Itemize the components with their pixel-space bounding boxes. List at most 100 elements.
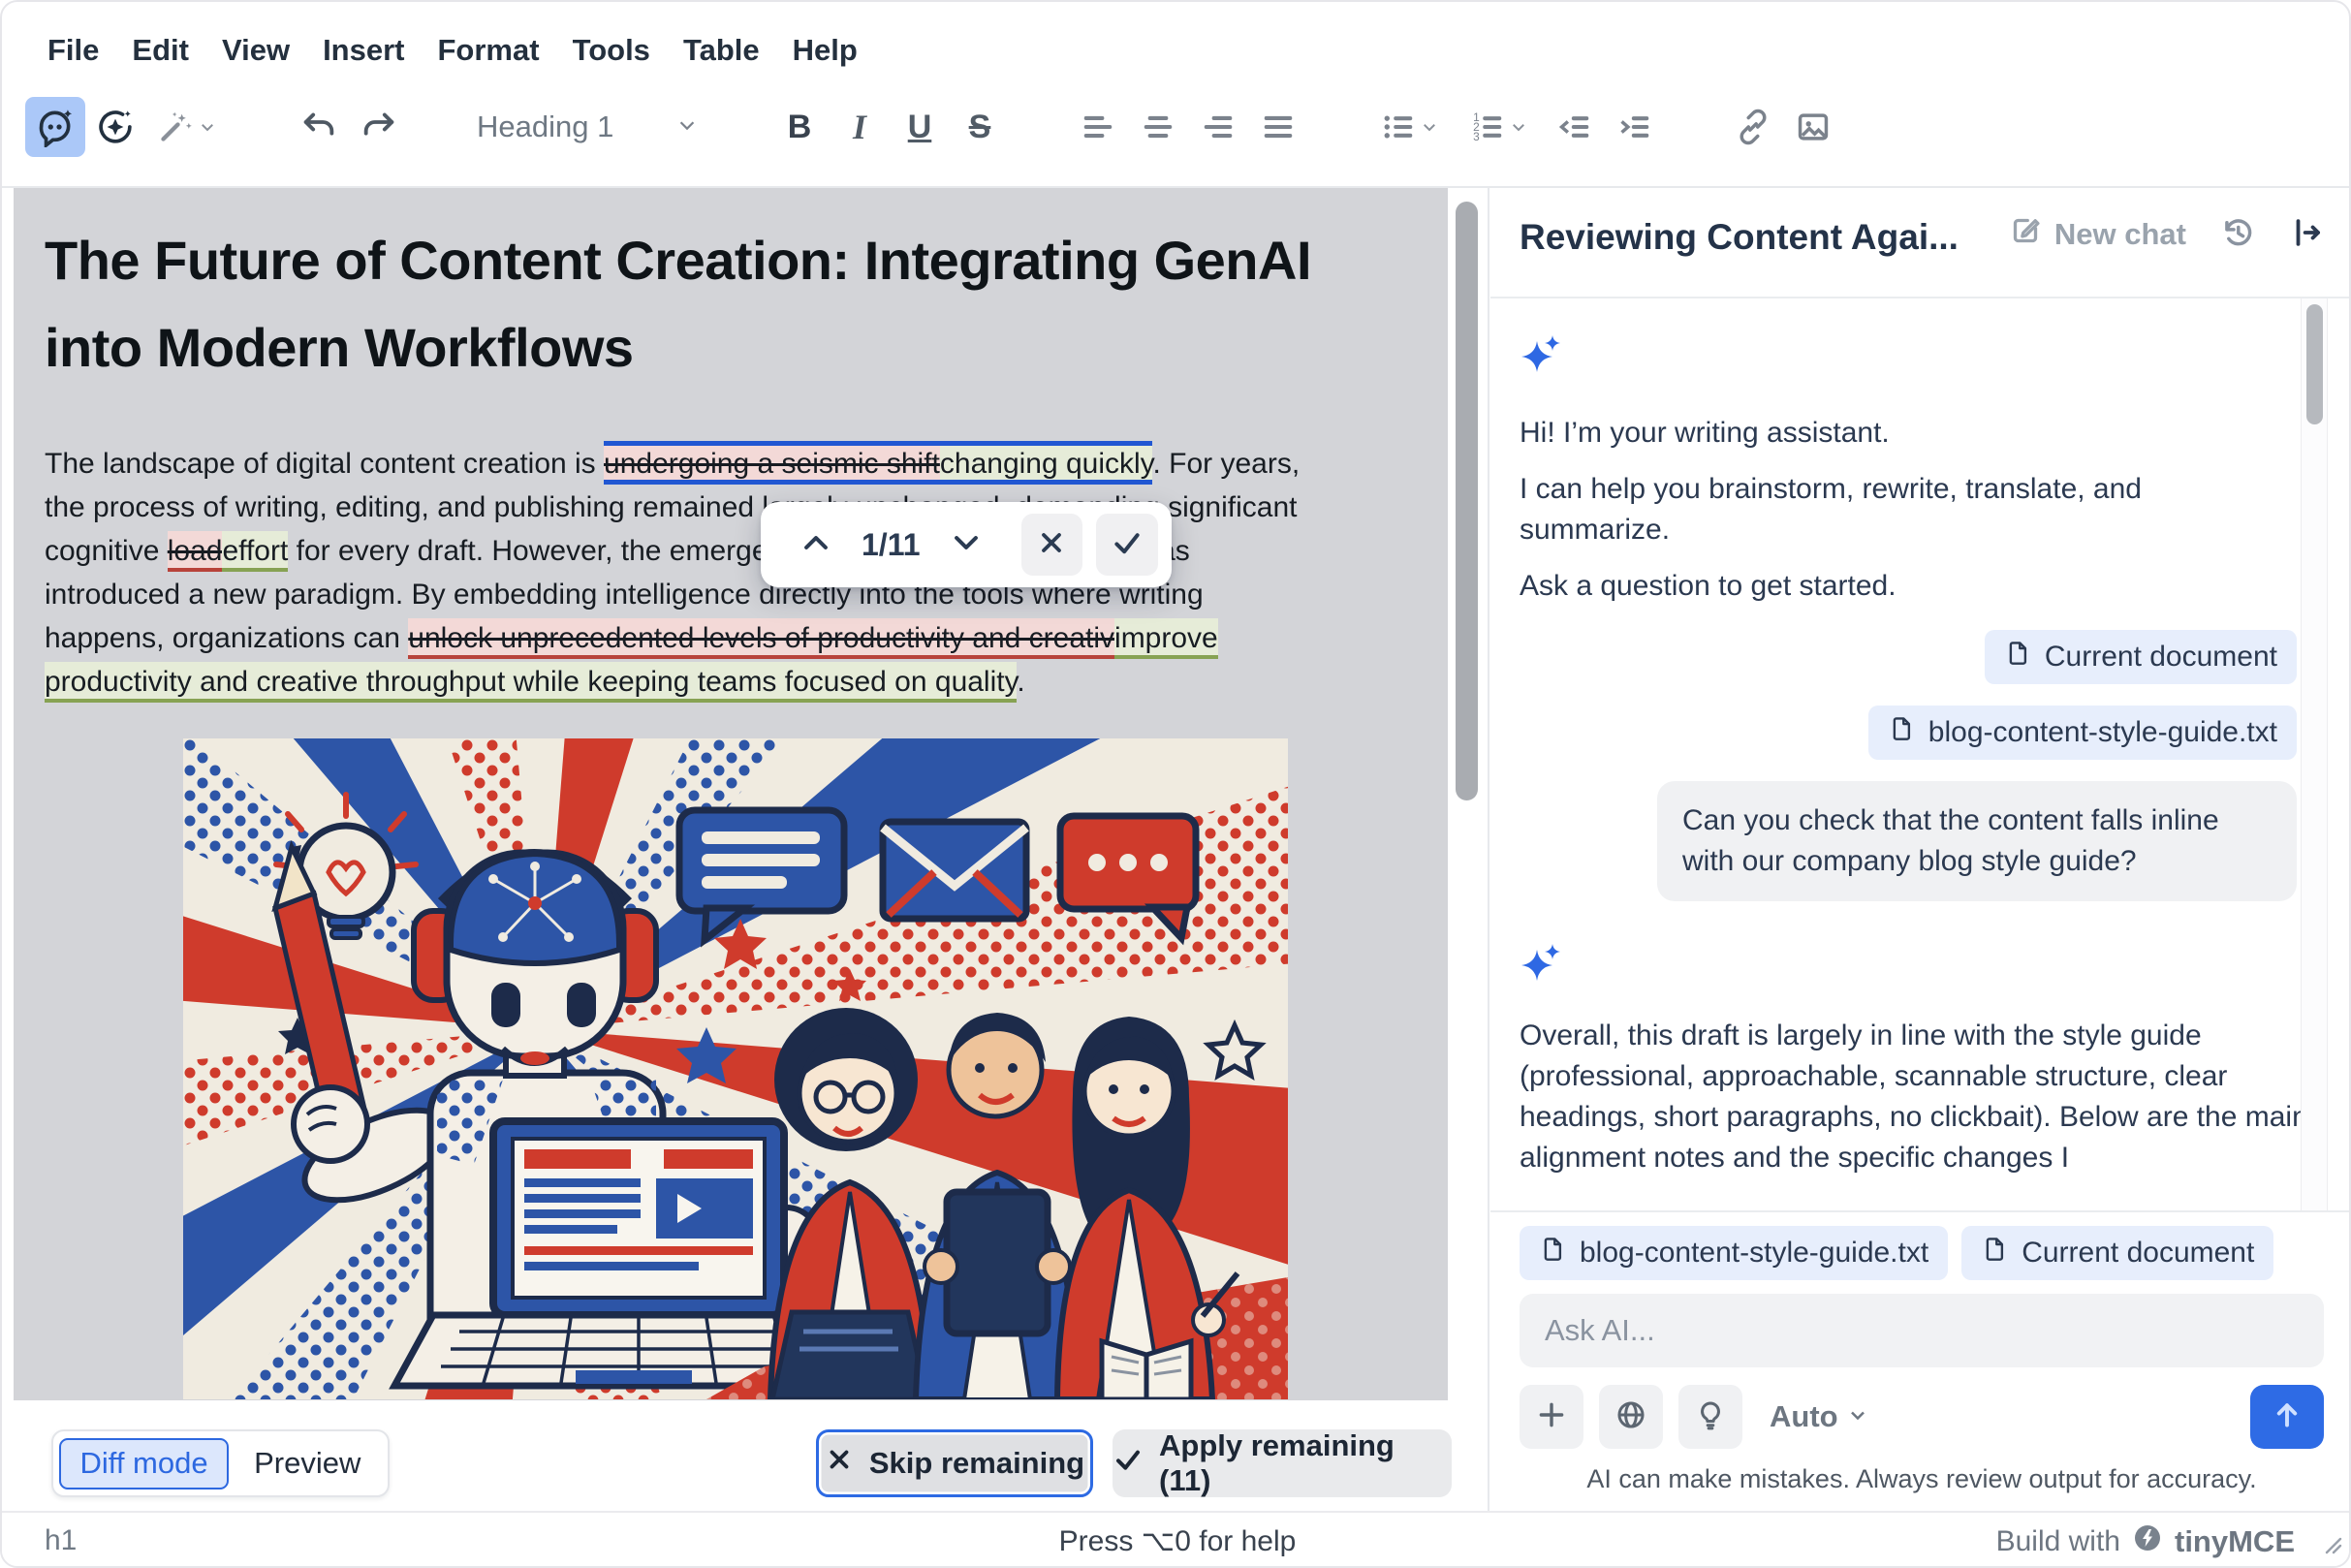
menu-view[interactable]: View xyxy=(205,25,306,76)
assistant-message: Hi! I’m your writing assistant. xyxy=(1520,413,2297,454)
new-chat-label: New chat xyxy=(2054,217,2186,252)
diff-insertion[interactable]: improve xyxy=(1114,618,1218,659)
apply-remaining-label: Apply remaining (11) xyxy=(1159,1428,1452,1498)
apply-remaining-button[interactable]: Apply remaining (11) xyxy=(1113,1429,1452,1497)
underline-button[interactable]: U xyxy=(890,97,950,157)
document-icon xyxy=(1539,1235,1568,1271)
magic-wand-button[interactable] xyxy=(145,97,231,157)
send-button[interactable] xyxy=(2250,1385,2324,1449)
menu-table[interactable]: Table xyxy=(667,25,776,76)
text-run: cognitive xyxy=(45,535,168,567)
image-icon xyxy=(1795,109,1832,145)
undo-button[interactable] xyxy=(289,97,349,157)
reject-diff-button[interactable] xyxy=(1021,514,1083,576)
new-chat-button[interactable]: New chat xyxy=(2008,213,2186,256)
diff-counter: 1/11 xyxy=(862,527,921,563)
context-chip-label: Current document xyxy=(2045,641,2277,674)
menu-file[interactable]: File xyxy=(31,25,115,76)
suggestions-button[interactable] xyxy=(1678,1385,1742,1449)
image-button[interactable] xyxy=(1783,97,1843,157)
diff-deletion[interactable]: undergoing a seismic shift xyxy=(604,441,940,485)
bold-button[interactable]: B xyxy=(769,97,830,157)
diff-insertion[interactable]: productivity and creative throughput whi… xyxy=(45,662,1017,703)
context-chip-current-document[interactable]: Current document xyxy=(1985,630,2297,684)
link-icon xyxy=(1735,109,1771,145)
text-run: The landscape of digital content creatio… xyxy=(45,448,604,480)
diff-mode-tab[interactable]: Diff mode xyxy=(59,1438,229,1490)
redo-button[interactable] xyxy=(349,97,409,157)
diff-deletion[interactable]: load xyxy=(168,531,223,572)
menu-edit[interactable]: Edit xyxy=(115,25,205,76)
add-attachment-button[interactable] xyxy=(1520,1385,1583,1449)
align-left-button[interactable] xyxy=(1068,97,1128,157)
numbered-list-button[interactable]: 123 xyxy=(1456,97,1545,157)
diff-insertion[interactable]: effort xyxy=(222,531,288,572)
chat-scrollbar-thumb[interactable] xyxy=(2306,304,2323,424)
chat-scrollbar[interactable] xyxy=(2301,298,2328,1210)
ai-assistant-sidebar: Reviewing Content Agai... New chat Hi! I… xyxy=(1490,188,2351,1511)
build-with-text: Build with xyxy=(1996,1525,2120,1558)
align-justify-button[interactable] xyxy=(1248,97,1308,157)
chat-history[interactable]: Hi! I’m your writing assistant. I can he… xyxy=(1490,298,2351,1210)
conversation-title: Reviewing Content Agai... xyxy=(1520,217,1959,258)
resize-grip[interactable] xyxy=(2322,1534,2343,1560)
history-icon[interactable] xyxy=(2219,214,2256,256)
diff-insertion[interactable]: changing quickly xyxy=(940,441,1153,485)
block-format-select[interactable]: Heading 1 xyxy=(467,97,711,157)
chevron-down-icon xyxy=(1506,97,1531,157)
preview-tab[interactable]: Preview xyxy=(233,1437,382,1490)
view-mode-toggle: Diff mode Preview xyxy=(51,1429,390,1497)
document-illustration[interactable] xyxy=(183,738,1288,1399)
menu-help[interactable]: Help xyxy=(776,25,874,76)
menu-insert[interactable]: Insert xyxy=(306,25,421,76)
attached-chip-current-document[interactable]: Current document xyxy=(1961,1226,2273,1280)
skip-remaining-button[interactable]: Skip remaining xyxy=(816,1429,1093,1497)
menu-tools[interactable]: Tools xyxy=(556,25,667,76)
chevron-down-icon xyxy=(1846,1399,1869,1434)
menu-bar: File Edit View Insert Format Tools Table… xyxy=(31,23,874,78)
close-sidebar-icon[interactable] xyxy=(2289,214,2326,256)
assistant-message: Ask a question to get started. xyxy=(1520,566,2297,607)
check-icon xyxy=(1111,526,1144,564)
accept-diff-button[interactable] xyxy=(1096,514,1158,576)
next-diff-button[interactable] xyxy=(934,514,998,576)
attached-chip-style-guide[interactable]: blog-content-style-guide.txt xyxy=(1520,1226,1948,1280)
outdent-icon xyxy=(1556,109,1593,145)
attached-chip-label: Current document xyxy=(2022,1237,2254,1270)
link-button[interactable] xyxy=(1723,97,1783,157)
bold-icon: B xyxy=(788,109,812,146)
outdent-button[interactable] xyxy=(1545,97,1605,157)
chevron-up-icon xyxy=(799,526,832,564)
skip-remaining-label: Skip remaining xyxy=(869,1446,1084,1481)
context-chip-label: blog-content-style-guide.txt xyxy=(1928,716,2277,749)
user-message: Can you check that the content falls inl… xyxy=(1657,781,2297,901)
app-window: File Edit View Insert Format Tools Table… xyxy=(0,0,2351,1568)
undo-icon xyxy=(299,108,338,146)
menu-format[interactable]: Format xyxy=(421,25,555,76)
bullet-list-button[interactable] xyxy=(1366,97,1456,157)
svg-text:3: 3 xyxy=(1473,130,1480,143)
context-chip-style-guide[interactable]: blog-content-style-guide.txt xyxy=(1868,706,2297,760)
text-run: . xyxy=(1017,666,1024,698)
previous-diff-button[interactable] xyxy=(784,514,848,576)
editor-scrollbar[interactable] xyxy=(1448,188,1487,1400)
ai-assistant-button[interactable] xyxy=(25,97,85,157)
strikethrough-icon: S xyxy=(969,109,991,146)
align-right-button[interactable] xyxy=(1188,97,1248,157)
italic-button[interactable]: I xyxy=(830,97,890,157)
editor-canvas[interactable]: The Future of Content Creation: Integrat… xyxy=(14,188,1448,1400)
align-right-icon xyxy=(1200,109,1237,145)
web-search-button[interactable] xyxy=(1599,1385,1663,1449)
editor-scrollbar-thumb[interactable] xyxy=(1456,202,1478,800)
diff-deletion[interactable]: unlock unprecedented levels of productiv… xyxy=(408,618,1114,659)
assistant-message: Overall, this draft is largely in line w… xyxy=(1520,1016,2314,1178)
indent-button[interactable] xyxy=(1605,97,1665,157)
align-left-icon xyxy=(1080,109,1116,145)
model-selector[interactable]: Auto xyxy=(1770,1399,1869,1434)
status-bar: h1 Press ⌥0 for help Build with tinyMCE xyxy=(2,1511,2351,1568)
ask-ai-input[interactable] xyxy=(1520,1294,2324,1367)
ai-shortcuts-button[interactable] xyxy=(85,97,145,157)
ai-disclaimer: AI can make mistakes. Always review outp… xyxy=(1520,1464,2324,1494)
align-center-button[interactable] xyxy=(1128,97,1188,157)
strikethrough-button[interactable]: S xyxy=(950,97,1010,157)
